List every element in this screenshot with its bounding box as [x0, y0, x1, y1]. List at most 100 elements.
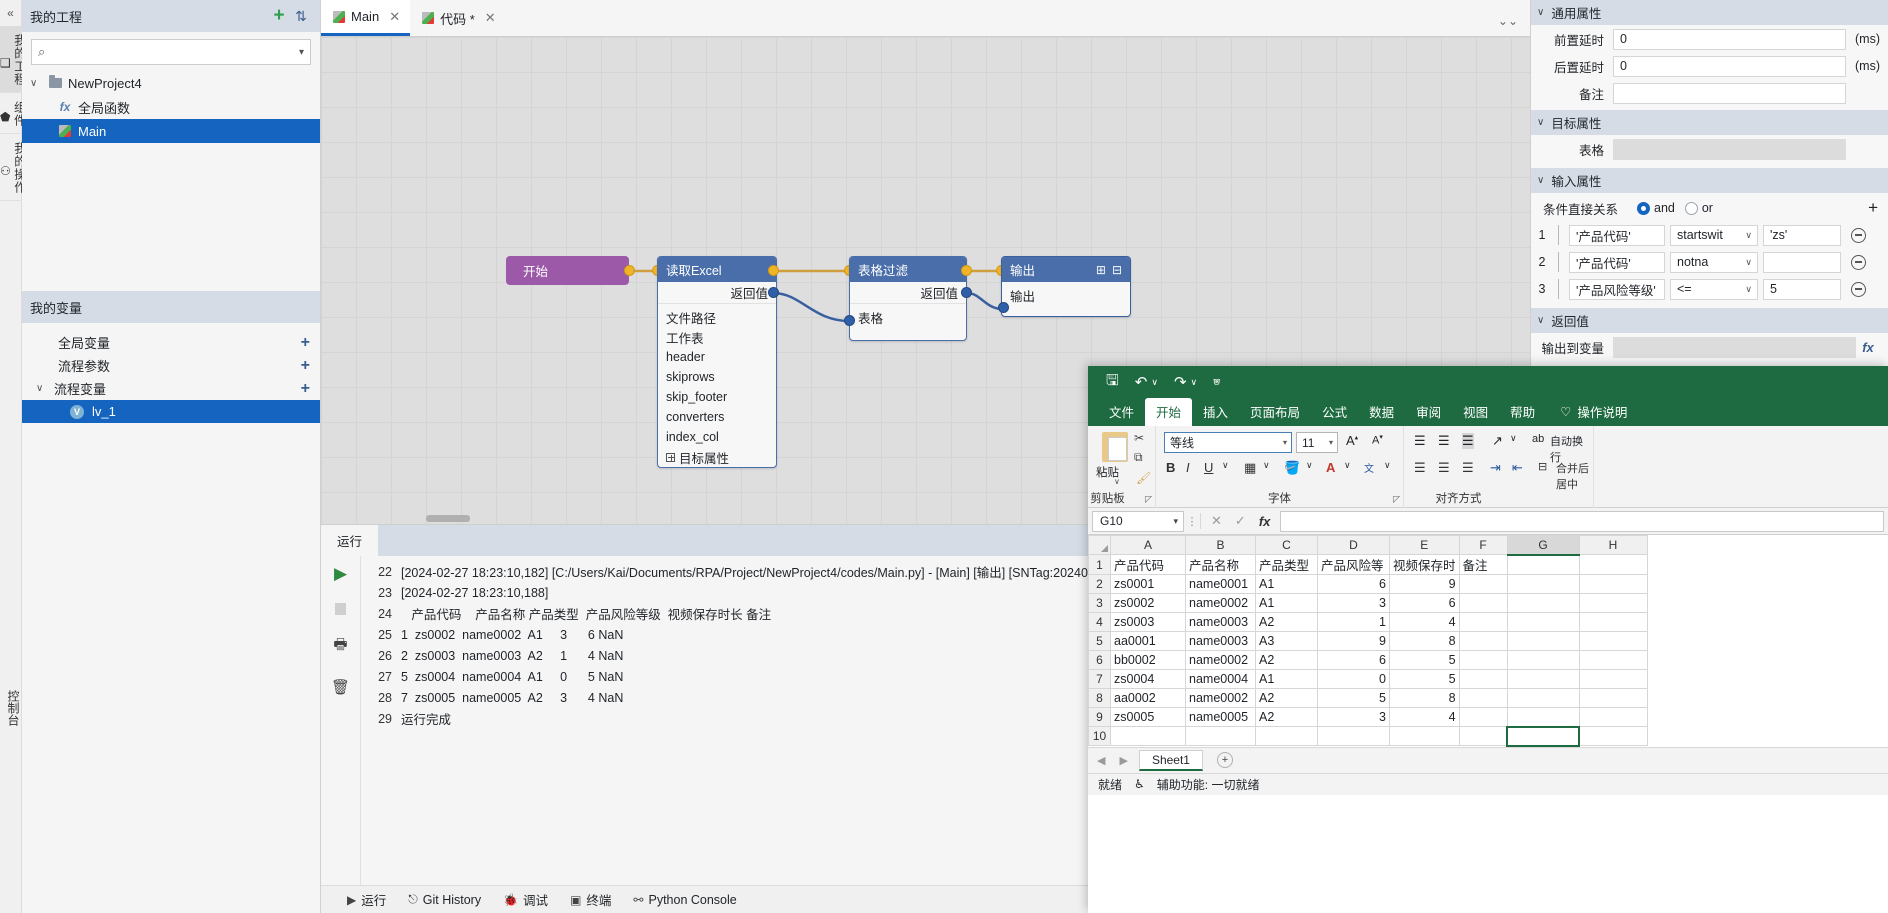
excel-tab-help[interactable]: 帮助	[1499, 398, 1546, 426]
cell[interactable]	[1255, 726, 1318, 746]
chevron-down-icon[interactable]: ∨	[1151, 377, 1158, 388]
cell[interactable]: 5	[1389, 669, 1460, 689]
column-header-g[interactable]: G	[1506, 535, 1580, 556]
port-table-filter-table-in[interactable]	[844, 315, 855, 326]
cell[interactable]: 4	[1389, 707, 1460, 727]
collapse-rail-icon[interactable]: «	[0, 0, 21, 26]
save-icon[interactable]: 🖫	[1106, 370, 1119, 395]
scrollbar-thumb[interactable]	[426, 515, 470, 522]
prev-sheet-icon[interactable]: ◀	[1094, 754, 1108, 767]
remove-condition-icon[interactable]	[1851, 254, 1866, 270]
underline-icon[interactable]: U	[1204, 460, 1213, 475]
row-header[interactable]: 7	[1088, 669, 1111, 689]
var-group-params[interactable]: 流程参数 +	[22, 354, 320, 377]
excel-grid[interactable]: A B C D E F G H 1 产品代码 产品名称 产品类型 产品风险等 视…	[1088, 535, 1888, 747]
port-read-excel-out[interactable]	[768, 265, 779, 276]
node-param[interactable]: skiprows	[658, 367, 776, 387]
section-target-properties[interactable]: ∨ 目标属性	[1531, 110, 1888, 135]
column-header-f[interactable]: F	[1458, 535, 1508, 555]
cell[interactable]	[1578, 612, 1648, 632]
close-icon[interactable]: ✕	[389, 9, 400, 25]
node-header[interactable]: 输出 ⊞ ⊟	[1002, 257, 1130, 282]
cell[interactable]: 6	[1317, 574, 1390, 594]
cell[interactable]	[1578, 688, 1648, 708]
chevron-down-icon[interactable]: ▾	[299, 47, 304, 58]
condition-field-input[interactable]: '产品风险等级'	[1569, 278, 1665, 300]
expand-icon[interactable]	[666, 452, 675, 462]
cell[interactable]	[1506, 707, 1580, 727]
chevron-down-icon[interactable]: ∨	[1384, 460, 1391, 471]
print-icon[interactable]: 🖶	[333, 634, 347, 659]
port-table-filter-return[interactable]	[961, 287, 972, 298]
project-search[interactable]: ⌕ ▾	[31, 39, 311, 65]
cell[interactable]: A2	[1255, 688, 1318, 708]
cancel-formula-icon[interactable]: ✕	[1211, 513, 1222, 529]
node-input-row[interactable]: 输出	[1002, 282, 1130, 308]
remove-condition-icon[interactable]	[1851, 281, 1866, 297]
node-param[interactable]: 文件路径	[658, 307, 776, 327]
cell[interactable]	[1110, 726, 1186, 746]
column-header-b[interactable]: B	[1185, 535, 1256, 555]
chevron-down-icon[interactable]: ∨	[1114, 477, 1120, 486]
row-header[interactable]: 1	[1088, 554, 1111, 575]
row-header[interactable]: 4	[1088, 612, 1111, 632]
cell[interactable]	[1185, 726, 1256, 746]
align-top-icon[interactable]: ☰	[1414, 433, 1426, 449]
port-output-value-in[interactable]	[998, 302, 1009, 313]
condition-field-input[interactable]: '产品代码'	[1569, 224, 1665, 246]
cell[interactable]: 4	[1389, 612, 1460, 632]
next-sheet-icon[interactable]: ▶	[1116, 754, 1130, 767]
accept-formula-icon[interactable]: ✓	[1235, 513, 1246, 529]
cell[interactable]: name0003	[1185, 631, 1256, 651]
condition-field-input[interactable]: '产品代码'	[1569, 251, 1665, 273]
cell[interactable]: 3	[1317, 707, 1390, 727]
selected-cell[interactable]	[1506, 725, 1581, 747]
chevron-double-down-icon[interactable]: ⌄⌄	[1498, 14, 1530, 36]
row-header[interactable]: 2	[1088, 574, 1111, 594]
close-icon[interactable]: ✕	[485, 10, 496, 26]
node-header[interactable]: 表格过滤	[850, 257, 966, 282]
cell[interactable]	[1506, 593, 1580, 613]
cell[interactable]: 5	[1317, 688, 1390, 708]
increase-font-size-icon[interactable]: A▴	[1346, 433, 1358, 448]
cell[interactable]: name0005	[1185, 707, 1256, 727]
align-middle-icon[interactable]: ☰	[1438, 433, 1450, 449]
cell[interactable]	[1389, 726, 1460, 746]
status-debug[interactable]: 🐞 调试	[503, 890, 548, 909]
row-header[interactable]: 8	[1088, 688, 1111, 708]
cell[interactable]: A2	[1255, 612, 1318, 632]
node-param[interactable]: header	[658, 347, 776, 367]
cell[interactable]	[1506, 631, 1580, 651]
redo-icon[interactable]: ↷	[1174, 373, 1187, 391]
cell[interactable]: 备注	[1458, 554, 1508, 575]
pre-delay-input[interactable]: 0	[1613, 28, 1846, 50]
sort-icon[interactable]: ⇅	[290, 5, 312, 27]
var-group-flow[interactable]: ∨ 流程变量 +	[22, 377, 320, 400]
row-header[interactable]: 5	[1088, 631, 1111, 651]
brush-icon[interactable]: 🖌	[1136, 471, 1151, 485]
status-terminal[interactable]: ▣ 终端	[570, 890, 611, 909]
cell[interactable]	[1458, 669, 1508, 689]
cell[interactable]	[1578, 650, 1648, 670]
chevron-down-icon[interactable]: ∨	[1306, 460, 1313, 471]
wrap-text-icon[interactable]: ab	[1532, 433, 1544, 445]
cell[interactable]: zs0002	[1110, 593, 1186, 613]
section-input-properties[interactable]: ∨ 输入属性	[1531, 168, 1888, 193]
cell[interactable]: 5	[1389, 650, 1460, 670]
port-table-filter-out[interactable]	[961, 265, 972, 276]
cell[interactable]: 产品风险等	[1317, 554, 1390, 575]
stop-icon[interactable]	[335, 603, 346, 615]
merge-center-label[interactable]: 合并后居中	[1556, 460, 1593, 492]
remove-condition-icon[interactable]	[1851, 227, 1866, 243]
condition-operator-select[interactable]: notna ∨	[1670, 251, 1758, 273]
node-target-prop-row[interactable]: 目标属性	[658, 447, 776, 467]
cell[interactable]: name0002	[1185, 593, 1256, 613]
trash-icon[interactable]: 🗑	[331, 678, 350, 696]
cell[interactable]	[1506, 669, 1580, 689]
cell[interactable]: 8	[1389, 688, 1460, 708]
condition-value-input[interactable]: 'zs'	[1763, 224, 1841, 246]
decrease-indent-icon[interactable]: ⇥	[1490, 460, 1501, 476]
section-return-value[interactable]: ∨ 返回值	[1531, 308, 1888, 333]
cell[interactable]	[1458, 593, 1508, 613]
cell[interactable]: A1	[1255, 669, 1318, 689]
